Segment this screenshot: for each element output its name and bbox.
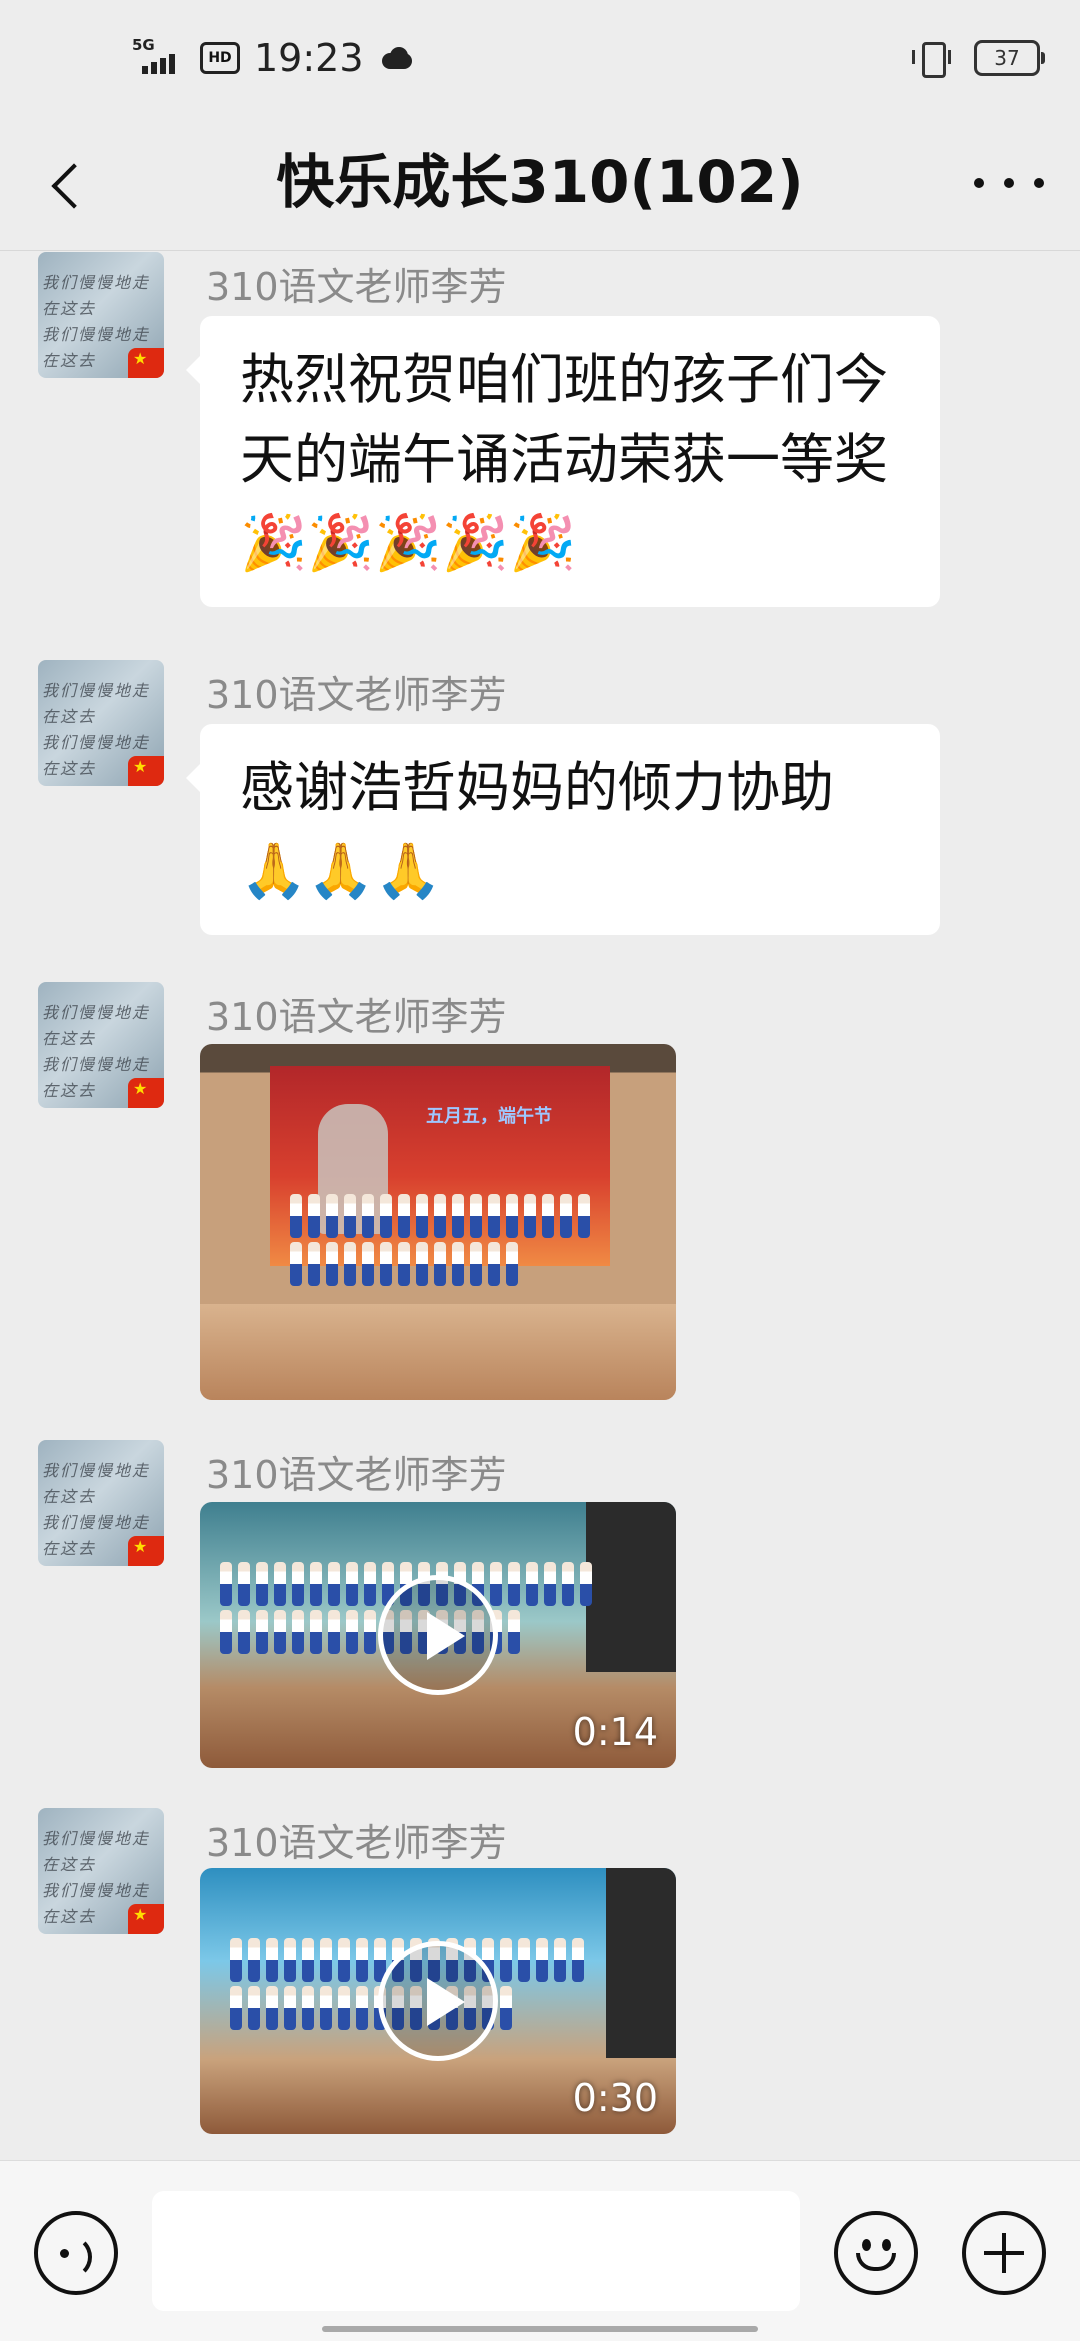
video-duration: 0:14 <box>572 1710 658 1754</box>
avatar[interactable]: 我们慢慢地走在这去 我们慢慢地走在这去 放风吹走尽的寒意 <box>38 1440 164 1566</box>
status-bar: 5G HD 19:23 37 <box>0 0 1080 120</box>
input-bar <box>0 2160 1080 2341</box>
video-message[interactable]: 0:14 <box>200 1502 676 1768</box>
china-flag-icon <box>128 1536 164 1566</box>
china-flag-icon <box>128 756 164 786</box>
text-bubble[interactable]: 热烈祝贺咱们班的孩子们今天的端午诵活动荣获一等奖 🎉🎉🎉🎉🎉 <box>186 316 940 608</box>
message-text: 热烈祝贺咱们班的孩子们今天的端午诵活动荣获一等奖 <box>240 348 888 491</box>
avatar[interactable]: 我们慢慢地走在这去 我们慢慢地走在这去 放风吹走尽的寒意 <box>38 982 164 1108</box>
hd-icon: HD <box>200 42 240 74</box>
play-icon[interactable] <box>378 1941 498 2061</box>
chat-header: 快乐成长310(102) <box>0 120 1080 251</box>
screen-caption: 五月五，端午节 <box>426 1106 552 1127</box>
vibrate-icon <box>912 40 952 78</box>
china-flag-icon <box>128 1904 164 1934</box>
sender-name: 310语文老师李芳 <box>206 995 507 1039</box>
message-input[interactable] <box>152 2191 800 2311</box>
cloud-icon <box>378 47 412 69</box>
message-text: 感谢浩哲妈妈的倾力协助 <box>240 756 834 819</box>
chat-title: 快乐成长310(102) <box>276 148 804 216</box>
china-flag-icon <box>128 348 164 378</box>
battery-icon: 37 <box>974 40 1045 76</box>
status-time: 19:23 <box>254 36 364 80</box>
party-popper-emoji: 🎉🎉🎉🎉🎉 <box>240 511 577 575</box>
sender-name: 310语文老师李芳 <box>206 1453 507 1497</box>
text-bubble[interactable]: 感谢浩哲妈妈的倾力协助 🙏🙏🙏 <box>186 724 940 936</box>
cellular-signal-icon: 5G <box>132 36 194 80</box>
more-options-icon[interactable] <box>974 158 1044 208</box>
avatar[interactable]: 我们慢慢地走在这去 我们慢慢地走在这去 放风吹走尽的寒意 <box>38 252 164 378</box>
home-indicator[interactable] <box>322 2326 758 2332</box>
add-icon[interactable] <box>962 2211 1046 2295</box>
play-icon[interactable] <box>378 1575 498 1695</box>
video-message[interactable]: 0:30 <box>200 1868 676 2134</box>
emoji-icon[interactable] <box>834 2211 918 2295</box>
voice-input-icon[interactable] <box>34 2211 118 2295</box>
avatar[interactable]: 我们慢慢地走在这去 我们慢慢地走在这去 放风吹走尽的寒意 <box>38 1808 164 1934</box>
sender-name: 310语文老师李芳 <box>206 1821 507 1865</box>
china-flag-icon <box>128 1078 164 1108</box>
video-duration: 0:30 <box>572 2076 658 2120</box>
folded-hands-emoji: 🙏🙏🙏 <box>240 839 442 903</box>
sender-name: 310语文老师李芳 <box>206 265 507 309</box>
sender-name: 310语文老师李芳 <box>206 673 507 717</box>
image-message[interactable]: 五月五，端午节 <box>200 1044 676 1400</box>
avatar[interactable]: 我们慢慢地走在这去 我们慢慢地走在这去 放风吹走尽的寒意 <box>38 660 164 786</box>
